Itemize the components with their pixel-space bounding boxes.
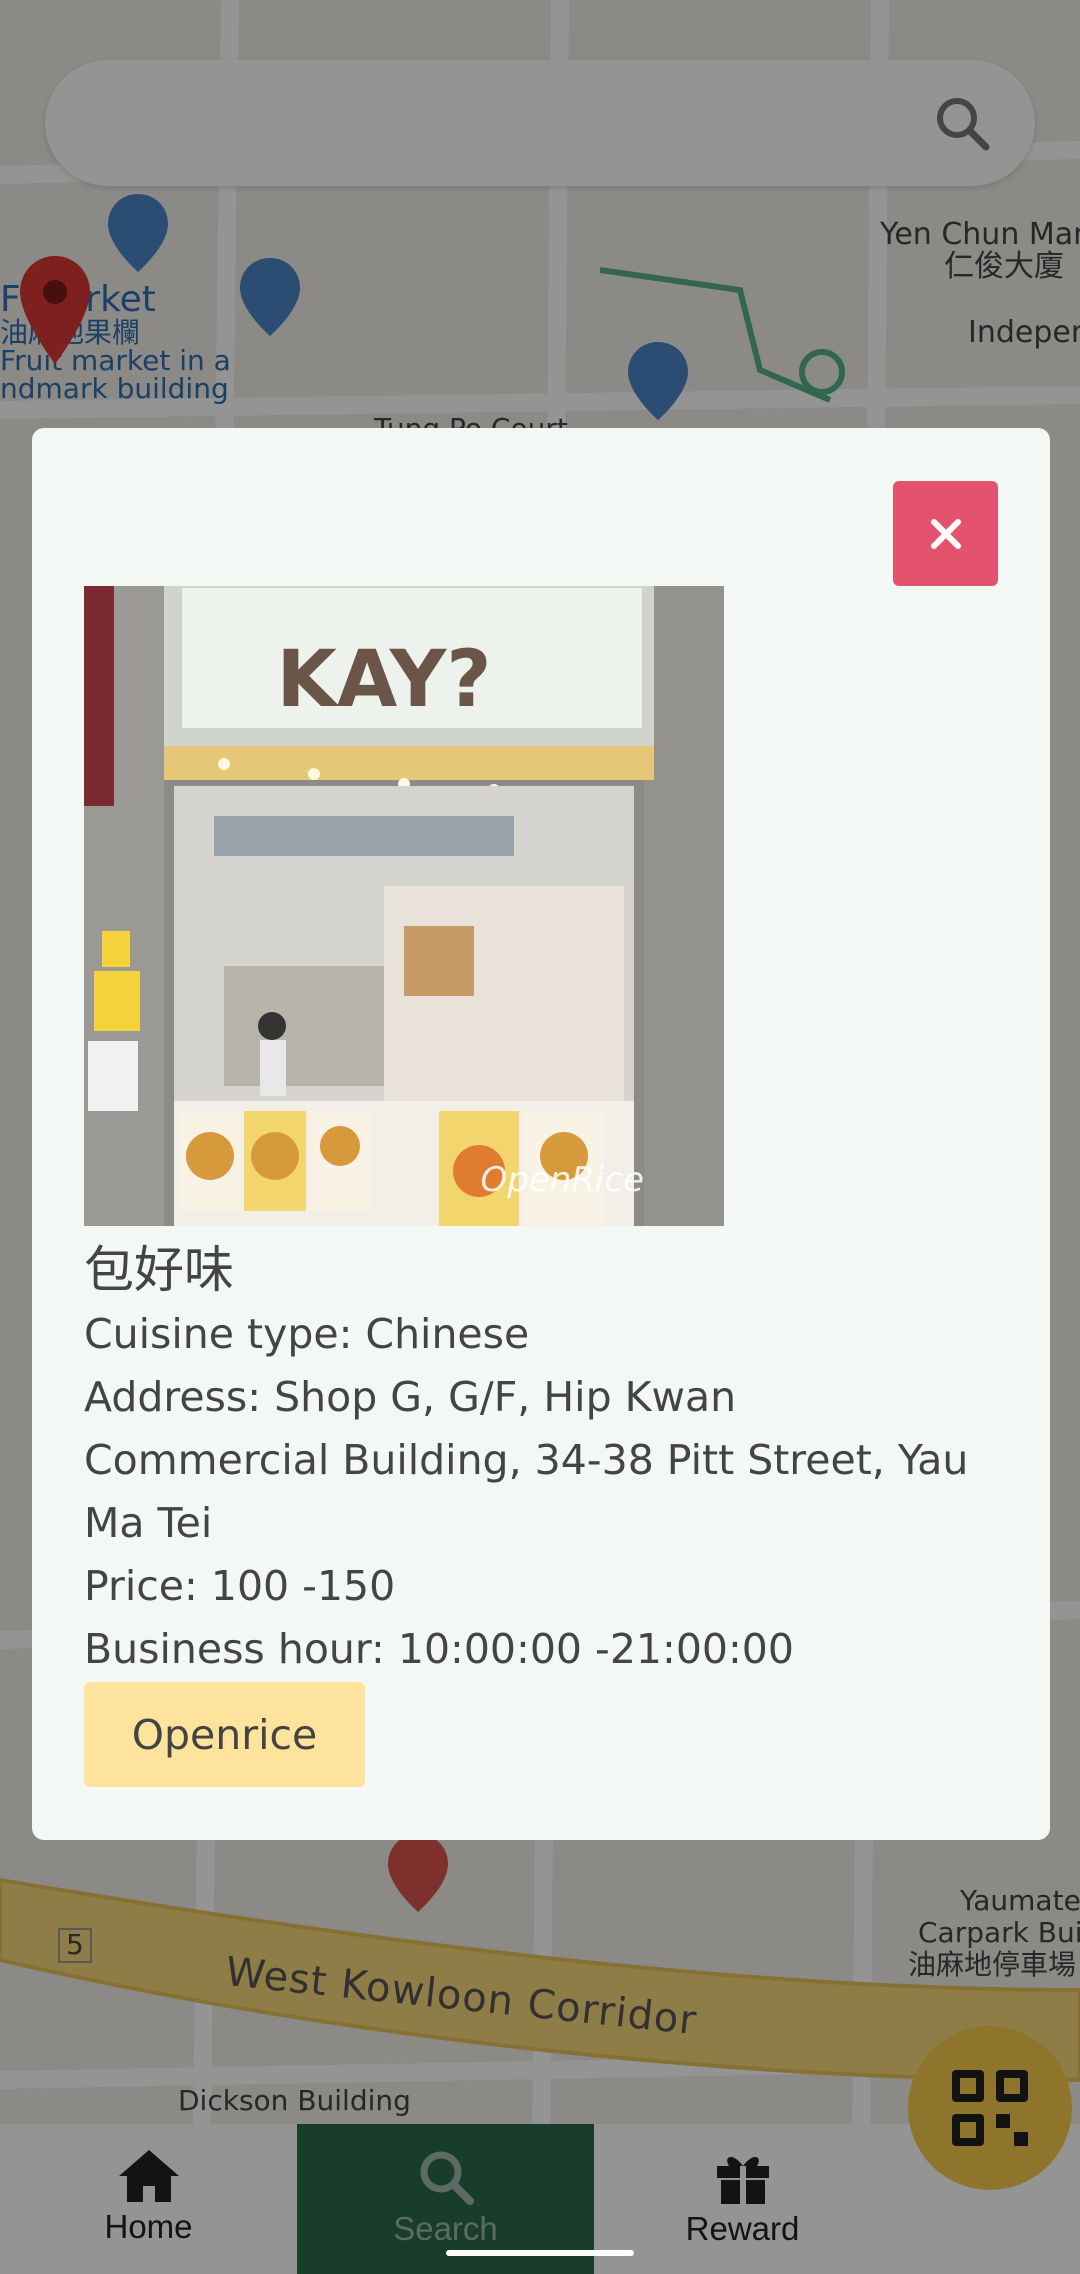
photo-watermark: OpenRice [481,1160,645,1200]
price-range: Price: 100 -150 [84,1562,396,1610]
home-indicator[interactable] [446,2250,634,2256]
restaurant-name: 包好味 [84,1241,234,1299]
close-icon [930,518,961,549]
close-button[interactable] [893,481,998,586]
restaurant-photo: KAY? OpenRice [84,586,724,1226]
business-hours: Business hour: 10:00:00 -21:00:00 [84,1625,794,1673]
storefront-sign-text: KAY? [276,635,491,725]
address: Address: Shop G, G/F, Hip Kwan Commercia… [84,1373,969,1547]
storefront-image: KAY? OpenRice [84,586,724,1226]
cuisine-type: Cuisine type: Chinese [84,1310,530,1358]
openrice-button[interactable]: Openrice [84,1682,365,1787]
restaurant-detail-modal: KAY? OpenRice 包好味 Cuisine type: Chinese … [32,428,1050,1840]
